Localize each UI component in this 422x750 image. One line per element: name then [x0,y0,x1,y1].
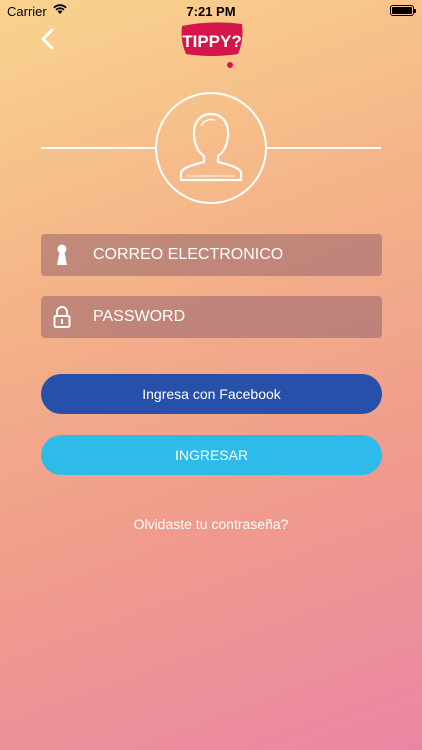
battery-icon [390,5,416,16]
password-input[interactable] [93,296,373,338]
email-field[interactable] [41,234,382,276]
divider-left [41,147,156,149]
facebook-login-button[interactable]: Ingresa con Facebook [41,374,382,414]
user-silhouette-icon [179,112,243,182]
divider-right [267,147,381,149]
chevron-left-icon [41,28,54,50]
login-button[interactable]: INGRESAR [41,435,382,475]
svg-text:TIPPY?: TIPPY? [182,32,242,51]
keyhole-icon [51,243,73,267]
password-field[interactable] [41,296,382,338]
avatar[interactable] [155,92,267,204]
padlock-icon [51,305,73,329]
email-input[interactable] [93,234,373,276]
status-time: 7:21 PM [186,4,236,19]
back-button[interactable] [34,24,64,54]
forgot-password-link[interactable]: Olvidaste tu contraseña? [0,516,422,532]
tippy-logo: TIPPY? [178,18,246,74]
